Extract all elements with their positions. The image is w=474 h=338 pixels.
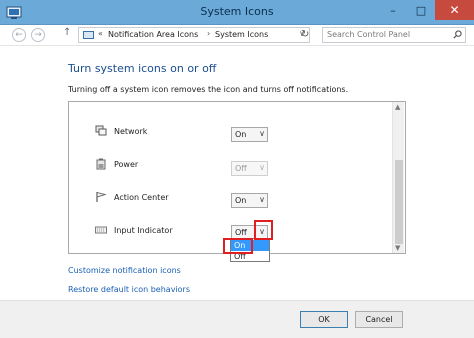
cancel-button[interactable]: Cancel	[355, 311, 403, 328]
customize-notification-icons-link[interactable]: Customize notification icons	[68, 266, 181, 275]
search-icon	[453, 30, 462, 39]
highlight-box-on-option	[223, 238, 253, 254]
search-input[interactable]: Search Control Panel	[322, 27, 466, 43]
chevron-down-icon: ∨	[259, 129, 265, 138]
network-icon	[95, 125, 107, 136]
forward-button[interactable]: →	[31, 28, 45, 42]
row-label-power: Power	[114, 160, 139, 169]
chevron-down-icon: ∨	[259, 195, 265, 204]
back-arrow-icon: ←	[15, 30, 23, 40]
folder-icon	[83, 31, 94, 39]
select-value: On	[235, 196, 247, 205]
breadcrumb-system-icons[interactable]: System Icons	[215, 30, 268, 39]
flag-icon	[96, 191, 107, 202]
power-icon	[96, 158, 106, 170]
close-button[interactable]: ✕	[435, 0, 474, 20]
highlight-box-dropdown-arrow	[254, 220, 273, 240]
action-center-select[interactable]: On ∨	[231, 193, 268, 208]
maximize-button[interactable]: □	[407, 0, 435, 20]
minimize-button[interactable]: –	[379, 0, 407, 20]
select-value: On	[235, 130, 247, 139]
scroll-down-icon[interactable]: ▼	[395, 244, 400, 252]
row-label-network: Network	[114, 127, 148, 136]
select-value: Off	[235, 228, 247, 237]
address-bar[interactable]: « Notification Area Icons › System Icons…	[78, 27, 310, 43]
breadcrumb-separator: «	[98, 29, 103, 38]
restore-default-icon-behaviors-link[interactable]: Restore default icon behaviors	[68, 285, 190, 294]
up-button[interactable]: ↑	[63, 27, 71, 38]
navigation-bar: ← → ↑ « Notification Area Icons › System…	[0, 25, 474, 46]
forward-arrow-icon: →	[34, 30, 42, 40]
scroll-thumb[interactable]	[395, 160, 403, 244]
page-title: Turn system icons on or off	[68, 62, 217, 75]
scroll-up-icon[interactable]: ▲	[395, 103, 400, 111]
refresh-icon[interactable]: ↻	[301, 29, 309, 40]
title-bar[interactable]: System Icons – □ ✕	[0, 0, 474, 25]
ok-button[interactable]: OK	[300, 311, 348, 328]
breadcrumb-notification-area-icons[interactable]: Notification Area Icons	[108, 30, 198, 39]
keyboard-icon	[95, 226, 107, 234]
row-label-action-center: Action Center	[114, 193, 169, 202]
power-select: Off ∨	[231, 161, 268, 176]
search-placeholder: Search Control Panel	[327, 30, 411, 39]
page-description: Turning off a system icon removes the ic…	[68, 85, 349, 94]
back-button[interactable]: ←	[12, 28, 26, 42]
row-label-input-indicator: Input Indicator	[114, 226, 173, 235]
breadcrumb-separator: ›	[207, 29, 211, 38]
network-select[interactable]: On ∨	[231, 127, 268, 142]
select-value: Off	[235, 164, 247, 173]
chevron-down-icon: ∨	[259, 163, 265, 172]
vertical-scrollbar[interactable]: ▲ ▼	[392, 102, 404, 253]
